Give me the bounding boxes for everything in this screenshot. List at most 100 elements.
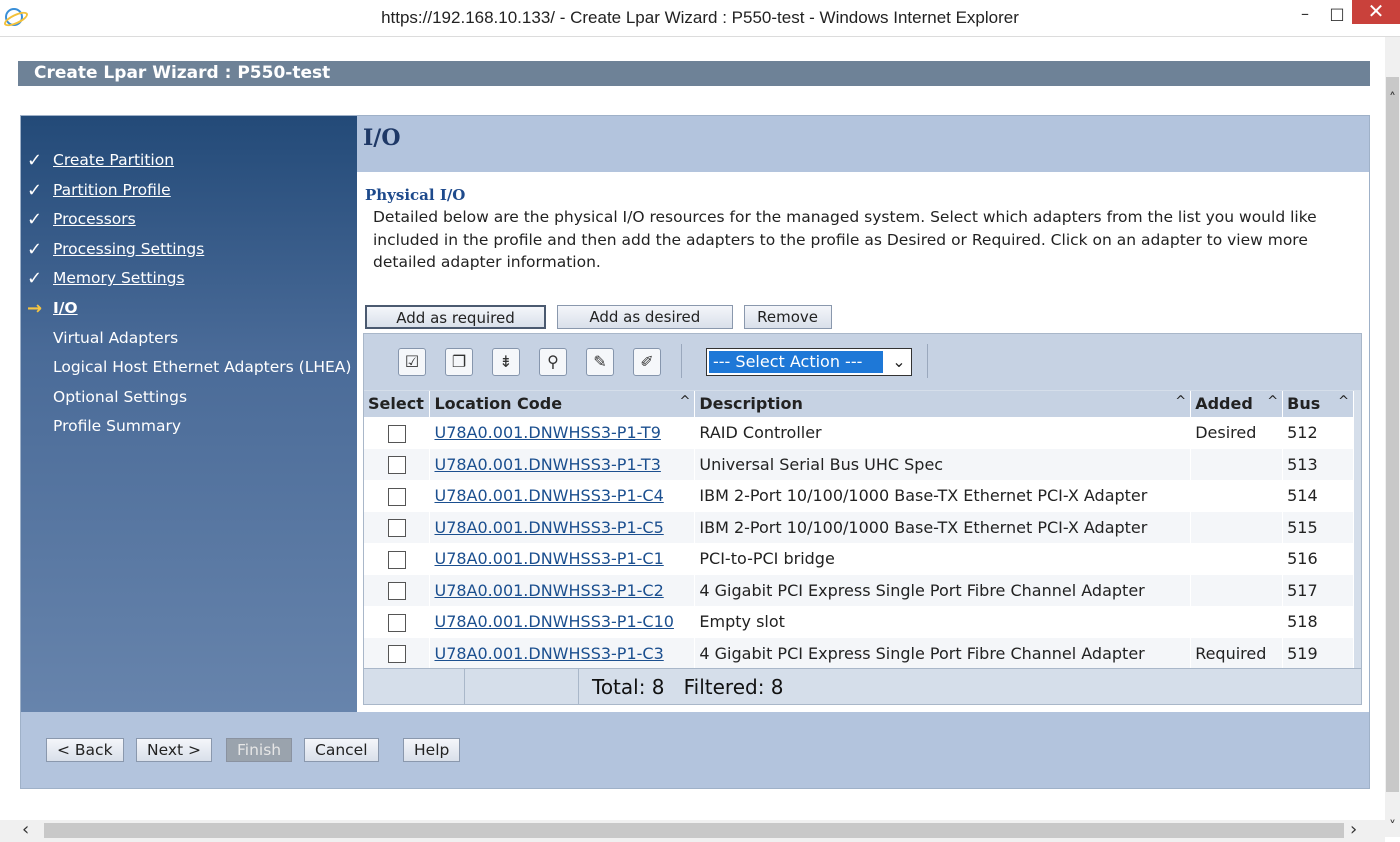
sort-icon[interactable]: ^ [1267,394,1278,409]
chevron-down-icon: ⌄ [892,352,906,371]
finish-button: Finish [226,738,293,762]
location-cell: U78A0.001.DNWHSS3-P1-T9 [429,417,696,449]
select-action-value: --- Select Action --- [709,351,883,373]
column-header-description[interactable]: Description ^ [694,391,1192,418]
nav-item-optional-settings: Optional Settings [21,383,357,413]
horizontal-scroll-thumb[interactable] [44,823,1344,838]
table-count-text: Total: 8 Filtered: 8 [592,675,784,699]
table-row: U78A0.001.DNWHSS3-P1-T3 Universal Serial… [364,448,1354,481]
edit-sort-icon[interactable]: ✎ [586,348,614,376]
select-all-icon[interactable]: ☑ [398,348,426,376]
nav-item-label[interactable]: Partition Profile [53,181,171,199]
row-checkbox[interactable] [387,424,406,443]
row-checkbox[interactable] [387,582,406,600]
clear-all-filters-icon[interactable]: ⚲ [539,348,567,376]
location-code-link[interactable]: U78A0.001.DNWHSS3-P1-C1 [434,549,663,568]
nav-item-create-partition[interactable]: ✓ Create Partition [21,146,357,176]
row-checkbox[interactable] [387,519,406,537]
io-table-container: ☑ ❐ ⇟ ⚲ ✎ ✐ --- Select Action --- ⌄ Sele… [363,333,1362,705]
io-table: Select Location Code ^ Description ^ Added… [364,391,1354,670]
select-action-dropdown[interactable]: --- Select Action --- ⌄ [706,348,912,376]
table-toolbar: ☑ ❐ ⇟ ⚲ ✎ ✐ --- Select Action --- ⌄ [364,334,1361,390]
minimize-button[interactable]: – [1290,0,1320,28]
nav-item-label[interactable]: Processing Settings [53,240,204,258]
row-checkbox[interactable] [387,645,406,663]
location-code-link[interactable]: U78A0.001.DNWHSS3-P1-C10 [434,612,673,631]
vertical-scrollbar[interactable]: ˄ ˅ [1385,37,1400,837]
location-code-link[interactable]: U78A0.001.DNWHSS3-P1-C2 [434,581,663,600]
select-cell [364,448,431,481]
location-cell: U78A0.001.DNWHSS3-P1-C4 [429,480,696,512]
vertical-scroll-thumb[interactable] [1386,77,1399,792]
nav-item-partition-profile[interactable]: ✓ Partition Profile [21,176,357,206]
row-checkbox[interactable] [387,613,406,632]
scroll-up-icon[interactable]: ˄ [1385,91,1400,107]
location-code-link[interactable]: U78A0.001.DNWHSS3-P1-T3 [434,455,660,474]
back-button[interactable]: < Back [46,738,124,762]
scroll-right-icon[interactable]: › [1350,820,1357,840]
sort-icon[interactable]: ^ [679,394,690,409]
add-as-desired-button[interactable]: Add as desired [556,305,733,329]
column-header-bus[interactable]: Bus ^ [1282,391,1354,418]
nav-item-memory-settings[interactable]: ✓ Memory Settings [21,264,357,294]
nav-item-processing-settings[interactable]: ✓ Processing Settings [21,235,357,265]
nav-item-label[interactable]: Processors [53,210,136,228]
description-cell: IBM 2-Port 10/100/1000 Base-TX Ethernet … [694,511,1192,544]
add-as-required-button[interactable]: Add as required [365,305,546,329]
deselect-all-icon[interactable]: ❐ [445,348,473,376]
row-checkbox[interactable] [387,550,406,569]
row-checkbox[interactable] [387,487,406,506]
column-header-added[interactable]: Added ^ [1190,391,1284,418]
location-code-link[interactable]: U78A0.001.DNWHSS3-P1-T9 [434,423,660,442]
row-checkbox[interactable] [387,456,406,474]
location-cell: U78A0.001.DNWHSS3-P1-C1 [429,543,696,575]
column-header-location-code[interactable]: Location Code ^ [429,391,696,418]
wizard-button-bar: < Back Next > Finish Cancel Help [21,713,1369,788]
scroll-down-icon[interactable]: ˅ [1385,819,1400,835]
table-row: U78A0.001.DNWHSS3-P1-C2 4 Gigabit PCI Ex… [364,574,1354,607]
toolbar-divider [927,344,928,378]
table-row: U78A0.001.DNWHSS3-P1-C10 Empty slot 518 [364,606,1354,638]
help-button[interactable]: Help [403,738,461,762]
nav-item-label[interactable]: I/O [53,299,78,317]
check-icon: ✓ [27,268,43,290]
close-window-button[interactable]: ✕ [1352,0,1400,24]
nav-item-label[interactable]: Memory Settings [53,269,185,287]
nav-item-label: Profile Summary [53,417,182,436]
cancel-button[interactable]: Cancel [304,738,379,762]
sort-icon[interactable]: ^ [1175,394,1186,409]
nav-item-io[interactable]: → I/O [21,294,357,324]
clear-all-sorts-icon[interactable]: ✐ [633,348,661,376]
nav-item-profile-summary: Profile Summary [21,412,357,442]
window-title: https://192.168.10.133/ - Create Lpar Wi… [381,8,1019,27]
section-heading: Physical I/O [365,186,466,204]
table-row: U78A0.001.DNWHSS3-P1-C5 IBM 2-Port 10/10… [364,511,1354,544]
scroll-left-icon[interactable]: ‹ [22,820,29,840]
section-description: Detailed below are the physical I/O reso… [373,208,1317,271]
location-code-link[interactable]: U78A0.001.DNWHSS3-P1-C3 [434,644,663,663]
show-filter-row-icon[interactable]: ⇟ [492,348,520,376]
nav-item-processors[interactable]: ✓ Processors [21,205,357,235]
table-row: U78A0.001.DNWHSS3-P1-C1 PCI-to-PCI bridg… [364,543,1354,575]
maximize-button[interactable]: □ [1322,0,1352,28]
bus-cell: 512 [1282,417,1354,449]
location-code-link[interactable]: U78A0.001.DNWHSS3-P1-C5 [434,518,663,537]
bus-cell: 519 [1282,637,1354,670]
next-button[interactable]: Next > [136,738,213,762]
action-button-row: Add as required Add as desired Remove [365,305,834,329]
page-header: Create Lpar Wizard : P550-test [18,61,1370,86]
nav-item-label: Logical Host Ethernet Adapters (LHEA) [53,358,352,377]
horizontal-scrollbar[interactable]: ‹ › [0,820,1385,842]
footer-divider [578,669,579,705]
bus-cell: 513 [1282,448,1354,481]
table-row: U78A0.001.DNWHSS3-P1-T9 RAID Controller … [364,417,1354,449]
select-cell [364,574,431,607]
select-cell [364,511,431,544]
remove-button[interactable]: Remove [743,305,832,329]
sort-icon[interactable]: ^ [1338,394,1349,409]
bus-cell: 518 [1282,606,1354,638]
nav-item-label[interactable]: Create Partition [53,151,174,169]
description-cell: IBM 2-Port 10/100/1000 Base-TX Ethernet … [694,480,1192,512]
check-icon: ✓ [27,150,43,171]
location-code-link[interactable]: U78A0.001.DNWHSS3-P1-C4 [434,486,663,505]
